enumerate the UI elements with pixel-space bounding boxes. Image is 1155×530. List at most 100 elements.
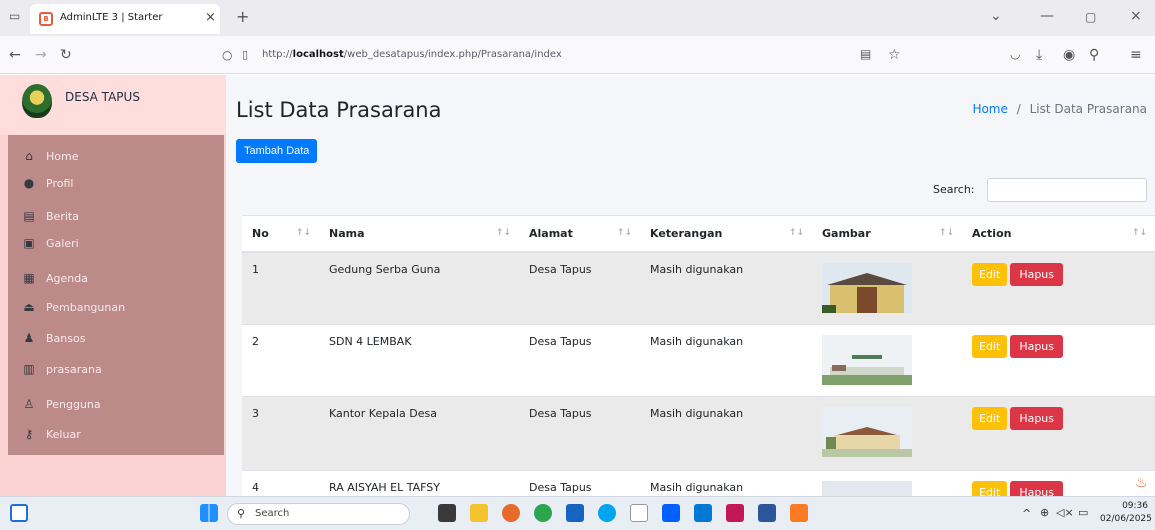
delete-button[interactable]: Hapus (1010, 407, 1064, 430)
cell-no: 2 (242, 324, 319, 397)
delete-button[interactable]: Hapus (1010, 262, 1064, 286)
clock-date: 02/06/2025 (1100, 514, 1152, 524)
edit-button[interactable]: Edit (972, 407, 1008, 430)
table-row: 3 Kantor Kepala Desa Desa Tapus Masih di… (242, 396, 1155, 471)
cell-gambar (812, 396, 962, 471)
store-icon[interactable] (566, 504, 584, 522)
minimize-icon[interactable]: — (1040, 8, 1054, 24)
user-circle-icon: ● (23, 176, 35, 190)
dropbox-icon[interactable] (662, 504, 680, 522)
column-header-nama[interactable]: Nama ↑↓ (319, 215, 519, 253)
close-window-icon[interactable]: × (1130, 8, 1142, 24)
forward-icon[interactable]: → (35, 47, 47, 63)
column-header-no[interactable]: No ↑↓ (242, 215, 319, 253)
sidebar-item-label: Bansos (46, 331, 86, 345)
header-label: Alamat (529, 226, 573, 240)
sidebar: DESA TAPUS ⌂ Home ● Profil ▤ Berita ▣ Galeri… (0, 75, 226, 496)
clock[interactable]: 09:36 02/06/2025 (1100, 500, 1152, 526)
brand-link[interactable]: DESA TAPUS (0, 75, 226, 135)
reader-view-icon[interactable]: ▤ (860, 47, 871, 61)
delete-button[interactable]: Hapus (1010, 481, 1064, 496)
delete-button[interactable]: Hapus (1010, 335, 1064, 358)
sidebar-item-keluar[interactable]: ⚷ Keluar (20, 421, 81, 447)
app-icon[interactable] (438, 504, 456, 522)
taskbar-search-placeholder: Search (255, 508, 290, 519)
building-photo-thumbnail (822, 262, 912, 313)
windows-start-icon[interactable] (200, 504, 218, 522)
sidebar-item-galeri[interactable]: ▣ Galeri (20, 230, 78, 256)
user-tie-icon: ♟ (23, 331, 35, 345)
menu-icon[interactable]: ≡ (1130, 47, 1142, 63)
close-tab-icon[interactable]: × (205, 10, 216, 25)
header-label: No (252, 226, 269, 240)
file-explorer-icon[interactable] (470, 504, 488, 522)
cell-nama: SDN 4 LEMBAK (319, 324, 519, 397)
network-icon[interactable]: ⊕ (1040, 506, 1049, 519)
edit-button[interactable]: Edit (972, 262, 1008, 286)
reload-icon[interactable]: ↻ (60, 47, 72, 63)
browser-tab[interactable]: B AdminLTE 3 | Starter × (30, 4, 220, 34)
cell-gambar (812, 324, 962, 397)
sidebar-item-bansos[interactable]: ♟ Bansos (20, 325, 86, 351)
account-icon[interactable]: ◉ (1063, 47, 1075, 63)
taskbar-search[interactable]: ⚲ Search (227, 503, 410, 525)
new-tab-icon[interactable]: + (236, 7, 249, 26)
restore-icon[interactable]: ▢ (1085, 10, 1096, 24)
back-icon[interactable]: ← (9, 47, 21, 63)
edge-icon[interactable] (598, 504, 616, 522)
amazon-icon[interactable] (630, 504, 648, 522)
calendar-icon: ▦ (23, 271, 35, 285)
cell-alamat: Desa Tapus (519, 324, 640, 397)
cell-nama: Gedung Serba Guna (319, 251, 519, 325)
shield-icon[interactable]: ○ (222, 48, 232, 62)
column-header-keterangan[interactable]: Keterangan ↑↓ (640, 215, 812, 253)
sidebar-item-agenda[interactable]: ▦ Agenda (20, 265, 88, 291)
sidebar-item-pengguna[interactable]: ♙ Pengguna (20, 391, 101, 417)
volume-icon[interactable]: ◁× (1056, 506, 1074, 519)
brand-name: DESA TAPUS (65, 90, 140, 104)
table-header-row: No ↑↓ Nama ↑↓ Alamat ↑↓ Keterangan ↑↓ Gambar… (242, 215, 1155, 253)
pocket-icon[interactable]: ◡ (1010, 47, 1020, 61)
chrome-icon[interactable] (534, 504, 552, 522)
bookmark-star-icon[interactable]: ☆ (888, 47, 901, 63)
tab-list-chevron-icon[interactable]: ⌄ (990, 8, 1002, 24)
word-icon[interactable] (758, 504, 776, 522)
sort-icon: ↑↓ (295, 228, 311, 238)
sidebar-item-berita[interactable]: ▤ Berita (20, 203, 79, 229)
flame-icon: ♨ (1135, 475, 1148, 491)
extensions-icon[interactable]: ⚲ (1089, 47, 1099, 63)
task-view-icon[interactable] (10, 504, 28, 522)
column-header-action[interactable]: Action ↑↓ (962, 215, 1155, 253)
app-icon[interactable] (726, 504, 744, 522)
sidebar-item-profil[interactable]: ● Profil (20, 170, 74, 196)
search-input[interactable] (987, 178, 1147, 202)
xampp-icon[interactable] (790, 504, 808, 522)
sidebar-item-label: Home (46, 149, 79, 163)
tray-chevron-icon[interactable]: ^ (1022, 507, 1031, 520)
download-icon[interactable]: ⤓ (1036, 47, 1042, 63)
firefox-icon[interactable] (502, 504, 520, 522)
battery-icon[interactable]: ▭ (1078, 506, 1088, 519)
table-row: 1 Gedung Serba Guna Desa Tapus Masih dig… (242, 251, 1155, 325)
sidebar-item-pembangunan[interactable]: ⏏ Pembangunan (20, 294, 125, 320)
sidebar-item-home[interactable]: ⌂ Home (20, 143, 78, 169)
cell-alamat: Desa Tapus (519, 251, 640, 325)
building-icon: ▥ (23, 362, 35, 376)
column-header-alamat[interactable]: Alamat ↑↓ (519, 215, 640, 253)
cell-gambar (812, 470, 962, 496)
column-header-gambar[interactable]: Gambar ↑↓ (812, 215, 962, 253)
tab-overview-icon[interactable]: ▭ (9, 9, 20, 23)
user-icon: ♙ (23, 397, 35, 411)
newspaper-icon: ▤ (23, 209, 35, 223)
breadcrumb: Home / List Data Prasarana (972, 102, 1147, 116)
breadcrumb-home-link[interactable]: Home (972, 102, 1007, 116)
edit-button[interactable]: Edit (972, 481, 1008, 496)
sort-icon: ↑↓ (1131, 228, 1147, 238)
edit-button[interactable]: Edit (972, 335, 1008, 358)
sort-icon: ↑↓ (616, 228, 632, 238)
vscode-icon[interactable] (694, 504, 712, 522)
sidebar-item-prasarana[interactable]: ▥ prasarana (20, 356, 101, 382)
url-field[interactable]: http://localhost/web_desatapus/index.php… (262, 49, 562, 60)
cell-no: 1 (242, 251, 319, 325)
add-data-button[interactable]: Tambah Data (236, 139, 318, 163)
